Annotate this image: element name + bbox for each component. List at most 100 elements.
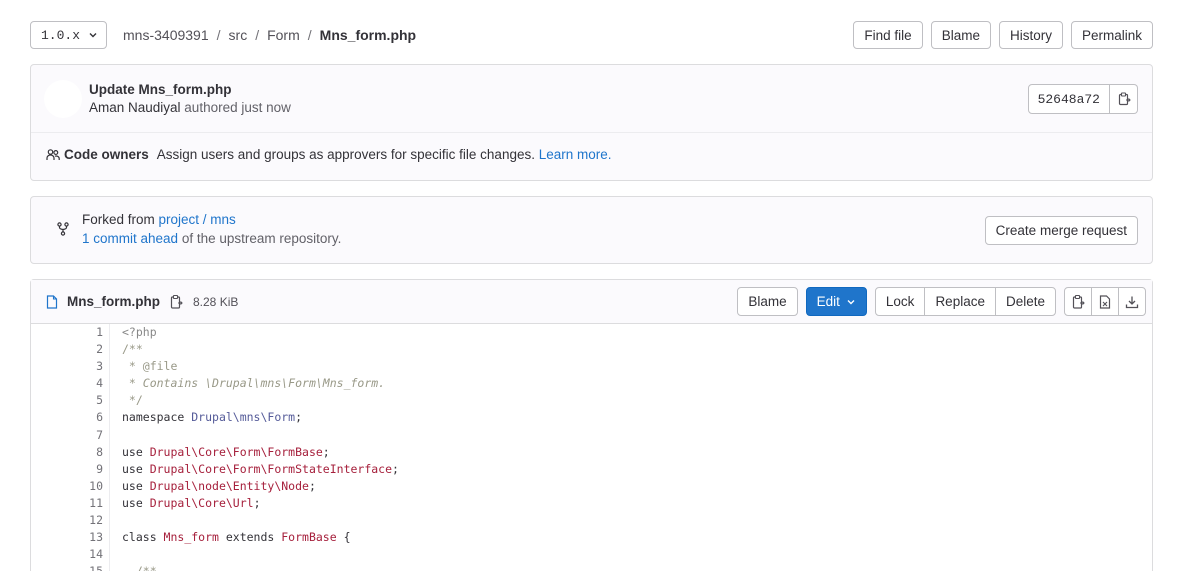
line-content: * Contains \Drupal\mns\Form\Mns_form. (109, 375, 1152, 393)
copy-file-path-icon[interactable] (169, 294, 183, 310)
code-token: ; (308, 478, 316, 493)
code-token: ; (322, 444, 330, 459)
delete-button[interactable]: Delete (994, 287, 1056, 316)
commit-sha-group: 52648a72 (1027, 84, 1138, 114)
line-content: use Drupal\Core\Form\FormStateInterface; (109, 460, 1152, 478)
copy-contents-button[interactable] (1064, 287, 1092, 316)
code-content: 1 <?php 2/** 3 * @file 4 * Contains \Drupal\… (31, 324, 1152, 571)
line-content (109, 426, 1152, 444)
code-owners-label: Code owners (64, 147, 149, 162)
raw-file-icon (1099, 294, 1111, 309)
line-number[interactable]: 14 (31, 546, 109, 563)
line-number[interactable]: 3 (31, 358, 109, 375)
line-content: class Mns_form extends FormBase { (109, 529, 1152, 547)
code-token: Drupal\Core\Form\FormBase (149, 444, 323, 459)
commits-ahead-link[interactable]: 1 commit ahead (82, 231, 178, 246)
code-token: ; (295, 410, 303, 425)
line-content (109, 512, 1152, 530)
breadcrumb-form[interactable]: Form (267, 27, 300, 43)
download-icon (1125, 296, 1139, 308)
commit-author[interactable]: Aman Naudiyal (89, 100, 181, 115)
breadcrumb-separator: / (255, 27, 260, 43)
line-content: namespace Drupal\mns\Form; (109, 409, 1152, 427)
commit-sha[interactable]: 52648a72 (1027, 84, 1110, 114)
download-button[interactable] (1118, 287, 1146, 316)
code-line: 12 (31, 512, 1152, 530)
code-line: 10 use Drupal\node\Entity\Node; (31, 477, 1152, 495)
breadcrumb-current-file: Mns_form.php (319, 27, 417, 43)
copy-contents-icon (1072, 294, 1085, 309)
line-content: use Drupal\Core\Form\FormBase; (109, 443, 1152, 461)
branch-selector[interactable]: 1.0.x (30, 21, 108, 49)
learn-more-link[interactable]: Learn more. (539, 147, 612, 162)
file-blame-button[interactable]: Blame (737, 287, 798, 316)
commits-ahead-suffix: of the upstream repository. (178, 231, 342, 246)
open-raw-button[interactable] (1091, 287, 1119, 316)
line-number[interactable]: 7 (31, 427, 109, 444)
permalink-button[interactable]: Permalink (1070, 21, 1153, 49)
line-number[interactable]: 5 (31, 392, 109, 409)
code-token: */ (122, 393, 143, 408)
breadcrumb-separator: / (307, 27, 312, 43)
code-token: Contains \Drupal\mns\Form\Mns_form. (142, 376, 386, 391)
code-line: 3 * @file (31, 358, 1152, 376)
code-line: 2 /** (31, 341, 1152, 359)
breadcrumb-src[interactable]: src (229, 27, 248, 43)
edit-dropdown-button[interactable]: Edit (805, 287, 867, 316)
commit-info: Update Mns_form.php Aman Naudiyal author… (31, 65, 1152, 133)
line-content: use Drupal\Core\Url; (109, 494, 1152, 513)
file-name: Mns_form.php (67, 294, 160, 309)
line-number[interactable]: 12 (31, 512, 109, 529)
code-token: namespace (122, 410, 192, 425)
line-number[interactable]: 13 (31, 529, 109, 546)
blame-button[interactable]: Blame (930, 21, 991, 49)
line-number[interactable]: 15 (31, 563, 109, 571)
create-merge-request-button[interactable]: Create merge request (984, 216, 1138, 245)
line-number[interactable]: 2 (31, 341, 109, 358)
code-line: 9 use Drupal\Core\Form\FormStateInterface… (31, 460, 1152, 478)
line-number[interactable]: 10 (31, 478, 109, 495)
line-number[interactable]: 4 (31, 375, 109, 392)
commit-meta: Aman Naudiyal authored just now (89, 100, 291, 115)
avatar[interactable] (44, 80, 82, 118)
code-line: 1 <?php (31, 324, 1152, 342)
code-token: extends (218, 530, 282, 545)
file-topbar: 1.0.x mns-3409391 / src / Form / Mns_for… (30, 21, 1153, 49)
code-line: 4 * Contains \Drupal\mns\Form\Mns_form. (31, 375, 1152, 393)
file-modify-group: Lock Replace Delete (874, 287, 1056, 316)
line-content: /** (109, 563, 1152, 571)
code-token: * @file (122, 359, 178, 374)
code-token: <?php (122, 325, 157, 339)
line-number[interactable]: 6 (31, 409, 109, 426)
code-token: Drupal\mns\Form (191, 410, 296, 425)
code-line: 14 (31, 546, 1152, 564)
code-token: use (122, 478, 150, 493)
users-icon (46, 148, 60, 160)
copy-sha-button[interactable] (1110, 84, 1138, 114)
line-number[interactable]: 1 (31, 324, 109, 341)
file-actions: Blame Edit Lock Replace Delete (737, 287, 1146, 316)
forked-from-label: Forked from (82, 212, 159, 227)
breadcrumb-project[interactable]: mns-3409391 (123, 27, 209, 43)
line-content: use Drupal\node\Entity\Node; (109, 477, 1152, 495)
line-number[interactable]: 11 (31, 495, 109, 512)
code-line: 13 class Mns_form extends FormBase { (31, 529, 1152, 547)
upstream-project-link[interactable]: project / mns (159, 212, 236, 227)
code-token: /** (122, 564, 157, 571)
replace-button[interactable]: Replace (924, 287, 996, 316)
lock-button[interactable]: Lock (874, 287, 926, 316)
line-content: * @file (109, 358, 1152, 376)
code-line: 8 use Drupal\Core\Form\FormBase; (31, 443, 1152, 461)
code-token: ; (253, 495, 261, 510)
code-line: 5 */ (31, 392, 1152, 410)
line-number[interactable]: 9 (31, 461, 109, 478)
find-file-button[interactable]: Find file (853, 21, 923, 49)
forked-from-text: Forked from project / mns (82, 212, 236, 227)
history-button[interactable]: History (998, 21, 1063, 49)
code-token: Mns_form (163, 530, 219, 545)
line-number[interactable]: 8 (31, 444, 109, 461)
code-token: ; (392, 461, 399, 476)
code-token: class (122, 530, 164, 545)
code-line: 15 /** (31, 563, 1152, 571)
commit-title[interactable]: Update Mns_form.php (89, 82, 232, 97)
